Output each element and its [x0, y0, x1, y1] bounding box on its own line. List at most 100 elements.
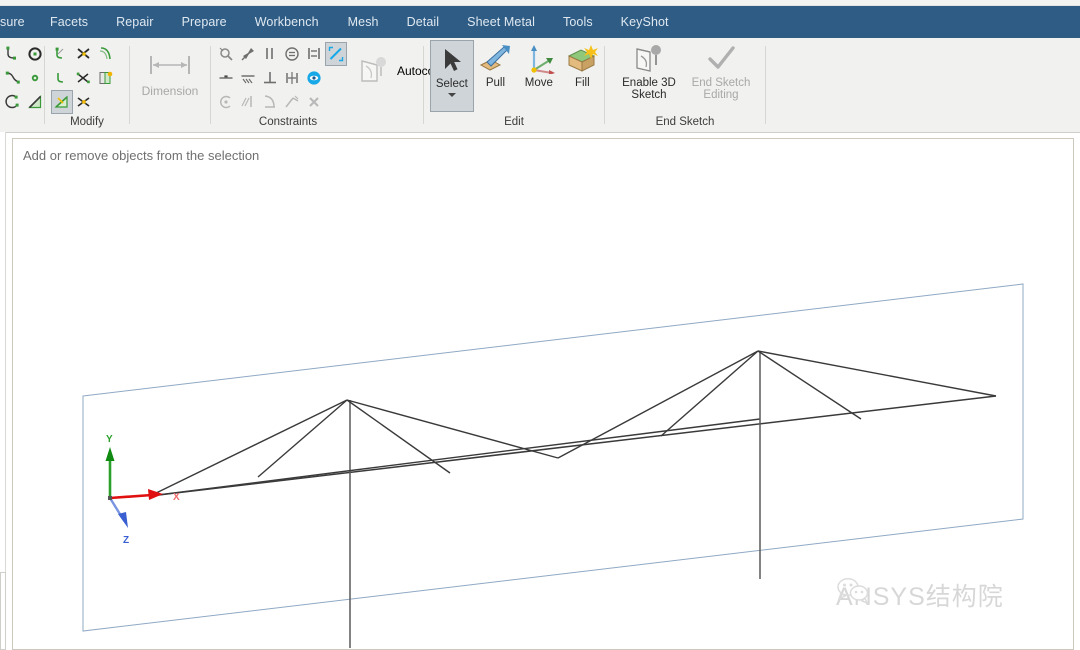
- stay-left-outer-1: [149, 399, 348, 497]
- stay-right-outer-1: [557, 350, 759, 459]
- offset-curve-icon[interactable]: [95, 42, 117, 66]
- ribbon-tab-detail[interactable]: Detail: [407, 6, 440, 38]
- fill-icon: [568, 45, 599, 72]
- ribbon-group-edit: Select Pull Move Fill Edit: [424, 38, 604, 132]
- stay-right-inner-1: [660, 350, 759, 437]
- stay-mid-inner: [346, 399, 451, 474]
- pull-button[interactable]: Pull: [474, 40, 517, 89]
- enable-3d-sketch-label-2: Sketch: [631, 89, 667, 101]
- spaceclaim-window: sure Facets Repair Prepare Workbench Mes…: [0, 0, 1080, 650]
- perpendicular-icon[interactable]: [259, 66, 281, 90]
- ribbon-group-constraints: Autoconstrain Constraints: [211, 38, 470, 132]
- pull-icon: [480, 45, 511, 71]
- spline-icon[interactable]: [2, 66, 24, 90]
- stay-mid-outer: [346, 399, 559, 459]
- ribbon-tabbar[interactable]: sure Facets Repair Prepare Workbench Mes…: [0, 6, 1080, 38]
- symmetric-icon[interactable]: [281, 66, 303, 90]
- inspect-constraints-icon[interactable]: [215, 42, 237, 66]
- ribbon-tab-mesh[interactable]: Mesh: [348, 6, 379, 38]
- pull-button-label: Pull: [485, 77, 506, 89]
- end-sketch-editing-label-1: End Sketch: [691, 77, 751, 89]
- cursor-arrow-icon: [444, 49, 461, 71]
- ribbon-tab-measure[interactable]: sure: [0, 6, 36, 38]
- enable-3d-sketch-button[interactable]: Enable 3D Sketch: [613, 40, 685, 101]
- ribbon-tab-tools[interactable]: Tools: [563, 6, 593, 38]
- delete-constraint-icon[interactable]: [281, 90, 303, 114]
- equal-icon[interactable]: [281, 42, 303, 66]
- checkmark-icon: [708, 46, 735, 69]
- trim-tool-icon[interactable]: [51, 90, 73, 114]
- split-icon[interactable]: [73, 42, 95, 66]
- fill-button-label: Fill: [574, 77, 590, 89]
- horizontal-icon[interactable]: [215, 66, 237, 90]
- dimension-button: Dimension: [134, 42, 206, 98]
- axis-x-label: X: [173, 492, 180, 503]
- concentric-icon[interactable]: [215, 90, 237, 114]
- left-panel-strip[interactable]: [0, 132, 6, 650]
- status-prompt-text: Add or remove objects from the selection: [23, 148, 260, 163]
- three-point-circle-icon[interactable]: [24, 42, 46, 66]
- corner-icon[interactable]: [51, 66, 73, 90]
- align-icon[interactable]: [303, 42, 325, 66]
- midpoint-icon[interactable]: [237, 90, 259, 114]
- end-sketch-editing-label-2: Editing: [703, 89, 739, 101]
- ribbon-panel: Modify Dimension Constraints Select Pull…: [0, 38, 1080, 133]
- parallel-icon[interactable]: [259, 42, 281, 66]
- tangent-icon[interactable]: [237, 66, 259, 90]
- ribbon-tab-workbench[interactable]: Workbench: [255, 6, 319, 38]
- enable-3d-sketch-icon: [636, 45, 661, 72]
- dimension-icon: [150, 56, 190, 74]
- ribbon-tab-sheet-metal[interactable]: Sheet Metal: [467, 6, 535, 38]
- ribbon-group-sketch-tools: [0, 38, 44, 132]
- chevron-down-icon[interactable]: [447, 93, 456, 97]
- graphics-viewport[interactable]: Y X Z ANSYS结构院: [12, 171, 1074, 650]
- delete-constraints-x-icon[interactable]: [303, 90, 325, 114]
- create-layout-icon[interactable]: [95, 66, 117, 90]
- dimension-constraint-icon[interactable]: [325, 42, 347, 66]
- point-icon[interactable]: [24, 66, 46, 90]
- break-icon[interactable]: [73, 90, 95, 114]
- ribbon-group-sketch-tools-title: [0, 114, 44, 132]
- trim-away-icon[interactable]: [51, 42, 73, 66]
- stay-left-inner-1: [257, 399, 348, 478]
- axis-y-label: Y: [106, 434, 113, 445]
- ribbon-tab-facets[interactable]: Facets: [50, 6, 88, 38]
- angle-icon[interactable]: [259, 90, 281, 114]
- ribbon-divider-6: [765, 46, 766, 124]
- viewport-canvas: Y X Z: [82, 283, 1024, 648]
- enable-3d-sketch-label-1: Enable 3D: [622, 77, 676, 89]
- ribbon-group-edit-title: Edit: [504, 116, 524, 128]
- ribbon-tab-keyshot[interactable]: KeyShot: [621, 6, 669, 38]
- ribbon-group-end-sketch-title: End Sketch: [655, 116, 715, 128]
- dimension-button-label: Dimension: [141, 84, 199, 98]
- fill-button[interactable]: Fill: [561, 40, 604, 89]
- tangent-arc-icon[interactable]: [2, 42, 24, 66]
- axis-y-arrow: [105, 447, 115, 461]
- axis-z-label: Z: [123, 535, 129, 546]
- status-prompt-bar: Add or remove objects from the selection: [12, 138, 1074, 172]
- axis-z-arrow: [118, 512, 128, 528]
- ribbon-group-modify-title: Modify: [70, 116, 104, 128]
- move-button[interactable]: Move: [517, 40, 560, 89]
- show-constraints-icon[interactable]: [303, 66, 325, 90]
- end-sketch-editing-button: End Sketch Editing: [685, 40, 757, 101]
- axis-origin-marker: [108, 496, 112, 500]
- select-button-label: Select: [435, 78, 468, 90]
- stay-right-outer-2: [757, 350, 997, 397]
- ribbon-group-modify: Modify: [45, 38, 129, 132]
- project-to-sketch-icon[interactable]: [73, 66, 95, 90]
- ribbon-group-end-sketch: Enable 3D Sketch End Sketch Editing End …: [605, 38, 765, 132]
- move-icon: [530, 45, 555, 74]
- autoconstrain-icon: [361, 57, 386, 82]
- chord-mid-lower: [346, 418, 761, 472]
- left-panel-collapsed-box[interactable]: [0, 572, 6, 650]
- arc-icon[interactable]: [2, 90, 24, 114]
- select-button[interactable]: Select: [430, 40, 474, 112]
- ribbon-tab-prepare[interactable]: Prepare: [182, 6, 227, 38]
- ribbon-tab-repair[interactable]: Repair: [116, 6, 153, 38]
- sketch-plane-outline: [82, 283, 1024, 632]
- move-button-label: Move: [524, 77, 553, 89]
- construction-line-icon[interactable]: [24, 90, 46, 114]
- fix-icon[interactable]: [237, 42, 259, 66]
- ribbon-group-constraints-title: Constraints: [258, 116, 318, 128]
